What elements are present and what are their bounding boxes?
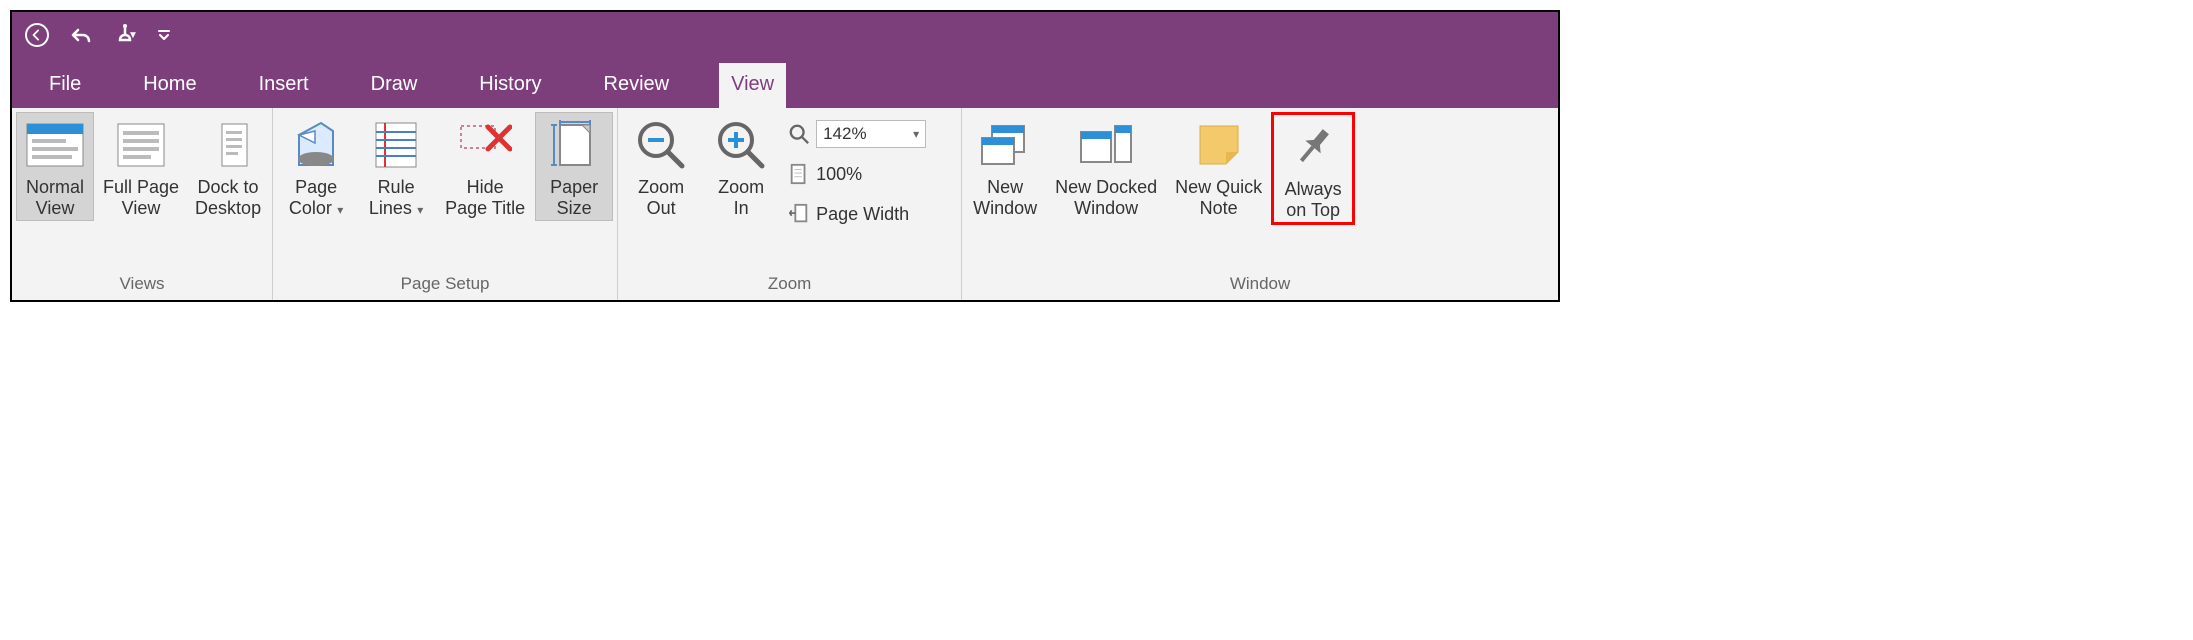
tab-draw[interactable]: Draw <box>359 63 430 108</box>
new-quick-note-button[interactable]: New Quick Note <box>1168 112 1269 221</box>
zoom-out-icon <box>636 120 686 170</box>
group-views: Normal View Full Page View <box>12 108 273 300</box>
group-window-label: Window <box>966 272 1554 298</box>
full-page-view-button[interactable]: Full Page View <box>96 112 186 221</box>
always-on-top-button[interactable]: Always on Top <box>1271 112 1355 225</box>
zoom-out-button[interactable]: Zoom Out <box>622 112 700 221</box>
back-button[interactable] <box>24 22 50 48</box>
page-width-icon <box>788 203 810 225</box>
tab-view[interactable]: View <box>719 63 786 108</box>
full-page-view-icon <box>117 123 165 167</box>
paper-size-label: Paper Size <box>550 177 598 218</box>
group-window: New Window New Docked Window <box>962 108 1558 300</box>
chevron-down-icon: ▾ <box>414 203 423 217</box>
undo-icon <box>69 25 93 45</box>
paper-size-button[interactable]: Paper Size <box>535 112 613 221</box>
zoom-100-label: 100% <box>816 164 862 185</box>
ribbon: Normal View Full Page View <box>12 108 1558 300</box>
new-quick-note-label: New Quick Note <box>1175 177 1262 218</box>
customize-icon <box>158 28 170 42</box>
new-docked-window-button[interactable]: New Docked Window <box>1046 112 1166 221</box>
magnifier-icon <box>788 123 810 145</box>
page-small-icon <box>788 163 810 185</box>
chevron-down-icon: ▾ <box>913 127 919 141</box>
zoom-value-combo[interactable]: 142% ▾ <box>816 120 926 148</box>
paper-size-icon <box>548 120 600 170</box>
zoom-in-label: Zoom In <box>718 177 764 218</box>
hide-page-title-label: Hide Page Title <box>445 177 525 218</box>
arrow-left-icon <box>30 28 44 42</box>
tab-history[interactable]: History <box>467 63 553 108</box>
page-color-icon <box>291 121 341 169</box>
zoom-out-label: Zoom Out <box>638 177 684 218</box>
normal-view-button[interactable]: Normal View <box>16 112 94 221</box>
quick-note-icon <box>1196 122 1242 168</box>
group-views-label: Views <box>16 272 268 298</box>
group-page-setup-label: Page Setup <box>277 272 613 298</box>
page-color-label: Page Color ▾ <box>289 177 343 218</box>
zoom-level-row[interactable]: 142% ▾ <box>788 116 951 152</box>
tab-home[interactable]: Home <box>131 63 208 108</box>
dock-to-desktop-button[interactable]: Dock to Desktop <box>188 112 268 221</box>
zoom-in-button[interactable]: Zoom In <box>702 112 780 221</box>
chevron-down-icon: ▾ <box>334 203 343 217</box>
new-window-label: New Window <box>973 177 1037 218</box>
page-width-label: Page Width <box>816 204 909 225</box>
dock-to-desktop-icon <box>208 123 248 167</box>
tab-file[interactable]: File <box>37 63 93 108</box>
customize-qat-button[interactable] <box>156 22 172 48</box>
app-window: ▼ File Home Insert Draw History Review V… <box>10 10 1560 302</box>
zoom-value-text: 142% <box>823 124 866 144</box>
always-on-top-label: Always on Top <box>1285 179 1342 220</box>
full-page-view-label: Full Page View <box>103 177 179 218</box>
new-window-button[interactable]: New Window <box>966 112 1044 221</box>
tab-insert[interactable]: Insert <box>247 63 321 108</box>
rule-lines-label: Rule Lines ▾ <box>369 177 423 218</box>
chevron-down-icon: ▼ <box>128 30 138 41</box>
tab-review[interactable]: Review <box>592 63 682 108</box>
ribbon-tabs: File Home Insert Draw History Review Vie… <box>12 58 1558 108</box>
page-color-button[interactable]: Page Color ▾ <box>277 112 355 221</box>
new-docked-window-label: New Docked Window <box>1055 177 1157 218</box>
new-docked-window-icon <box>1077 122 1135 168</box>
rule-lines-icon <box>375 122 417 168</box>
zoom-in-icon <box>716 120 766 170</box>
normal-view-label: Normal View <box>26 177 84 218</box>
hide-page-title-icon <box>458 123 512 167</box>
new-window-icon <box>978 122 1032 168</box>
rule-lines-button[interactable]: Rule Lines ▾ <box>357 112 435 221</box>
page-width-button[interactable]: Page Width <box>788 196 951 232</box>
zoom-100-button[interactable]: 100% <box>788 156 951 192</box>
hide-page-title-button[interactable]: Hide Page Title <box>437 112 533 221</box>
group-zoom-label: Zoom <box>622 272 957 298</box>
normal-view-icon <box>26 123 84 167</box>
group-zoom: Zoom Out Zoom In <box>618 108 962 300</box>
touch-mode-button[interactable]: ▼ <box>112 22 138 48</box>
undo-button[interactable] <box>68 22 94 48</box>
titlebar: ▼ <box>12 12 1558 58</box>
group-page-setup: Page Color ▾ Rule Lines ▾ <box>273 108 618 300</box>
pin-icon <box>1291 123 1335 171</box>
dock-to-desktop-label: Dock to Desktop <box>195 177 261 218</box>
